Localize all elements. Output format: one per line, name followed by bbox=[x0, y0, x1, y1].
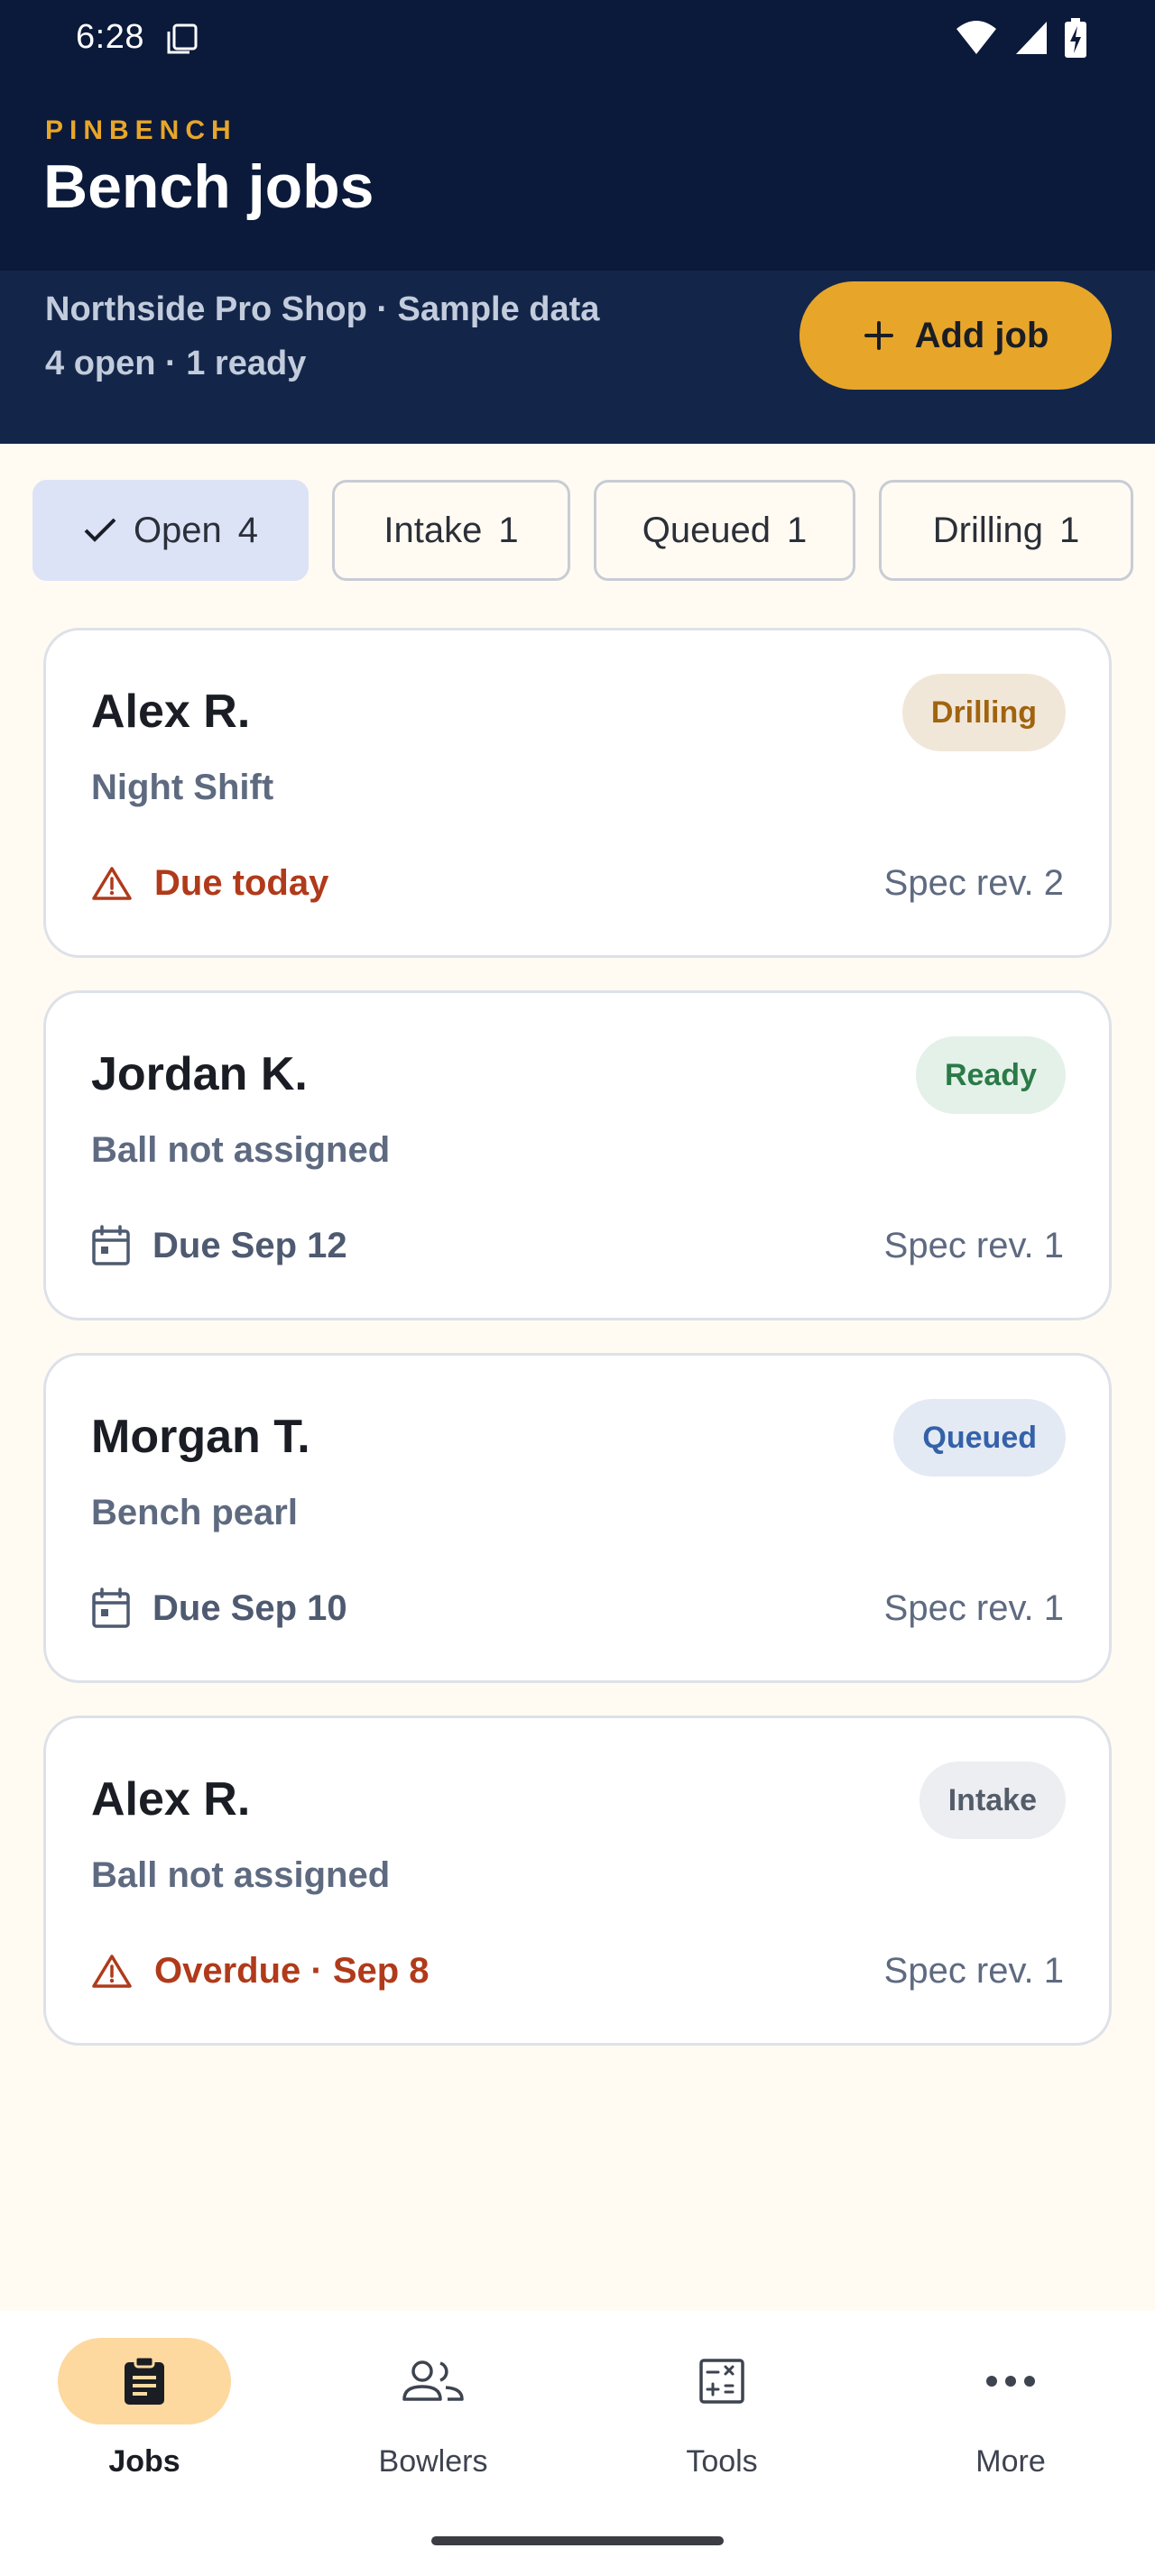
due-label: Overdue · Sep 8 bbox=[154, 1950, 430, 1991]
nav-item-more[interactable]: More bbox=[866, 2338, 1155, 2500]
warning-icon bbox=[92, 867, 132, 900]
bowler-name: Alex R. bbox=[91, 1773, 251, 1826]
calendar-icon bbox=[92, 1587, 130, 1628]
due-label: Due Sep 12 bbox=[152, 1225, 347, 1265]
job-card[interactable]: Alex R. Intake Ball not assigned Overdue… bbox=[43, 1716, 1112, 2046]
status-badge: Queued bbox=[893, 1399, 1066, 1477]
filter-chip-count: 1 bbox=[498, 510, 519, 550]
wifi-icon bbox=[956, 21, 996, 54]
nav-item-tools[interactable]: Tools bbox=[578, 2338, 866, 2500]
home-indicator[interactable] bbox=[431, 2536, 724, 2545]
ball-name: Night Shift bbox=[91, 768, 274, 807]
filter-chip-open[interactable]: Open 4 bbox=[32, 480, 309, 581]
calendar-icon bbox=[92, 1225, 130, 1265]
page-title: Bench jobs bbox=[43, 152, 374, 221]
filter-chip-queued[interactable]: Queued 1 bbox=[594, 480, 855, 581]
nav-item-jobs[interactable]: Jobs bbox=[0, 2338, 289, 2500]
status-time: 6:28 bbox=[76, 18, 144, 56]
status-filter-chips: Open 4 Intake 1 Queued 1 Drilling 1 bbox=[32, 480, 1133, 581]
due-date: Due today bbox=[91, 858, 328, 908]
plus-icon bbox=[864, 321, 893, 350]
filter-chip-label: Open bbox=[133, 510, 222, 550]
people-icon bbox=[402, 2360, 464, 2401]
due-date: Overdue · Sep 8 bbox=[91, 1946, 430, 1996]
ball-name: Bench pearl bbox=[91, 1493, 298, 1532]
nav-label: Jobs bbox=[108, 2444, 180, 2479]
status-badge: Drilling bbox=[901, 674, 1066, 751]
nav-icon-container bbox=[346, 2338, 520, 2424]
check-icon bbox=[84, 518, 116, 542]
filter-chip-count: 4 bbox=[237, 510, 259, 550]
app-name: PINBENCH bbox=[45, 115, 237, 145]
sim-card-icon bbox=[167, 23, 198, 54]
spec-revision: Spec rev. 1 bbox=[883, 1588, 1064, 1628]
filter-chip-count: 1 bbox=[1059, 510, 1080, 550]
due-label: Due Sep 10 bbox=[152, 1587, 347, 1628]
nav-label: More bbox=[975, 2444, 1046, 2479]
filter-chip-label: Drilling bbox=[932, 510, 1043, 550]
spec-revision: Spec rev. 1 bbox=[883, 1951, 1064, 1991]
status-badge: Ready bbox=[915, 1036, 1066, 1114]
ball-name: Ball not assigned bbox=[91, 1855, 391, 1895]
filter-chip-intake[interactable]: Intake 1 bbox=[332, 480, 570, 581]
spec-revision: Spec rev. 1 bbox=[883, 1226, 1064, 1265]
filter-chip-label: Intake bbox=[383, 510, 483, 550]
app-header: 6:28 PINBENCH Bench jobs bbox=[0, 0, 1155, 271]
status-bar: 6:28 bbox=[0, 0, 1155, 76]
open-ready-count: 4 open · 1 ready bbox=[45, 345, 307, 382]
shop-line: Northside Pro Shop · Sample data bbox=[45, 290, 600, 328]
add-job-label: Add job bbox=[914, 315, 1049, 355]
filter-chip-drilling[interactable]: Drilling 1 bbox=[879, 480, 1133, 581]
bowler-name: Morgan T. bbox=[91, 1411, 310, 1463]
calculator-icon bbox=[699, 2359, 744, 2404]
job-card[interactable]: Alex R. Drilling Night Shift Due today S… bbox=[43, 628, 1112, 958]
due-date: Due Sep 12 bbox=[91, 1220, 347, 1271]
nav-label: Tools bbox=[686, 2444, 758, 2479]
add-job-button[interactable]: Add job bbox=[799, 281, 1112, 390]
nav-active-indicator bbox=[58, 2338, 231, 2424]
filter-chip-count: 1 bbox=[787, 510, 808, 550]
spec-revision: Spec rev. 2 bbox=[883, 863, 1064, 903]
status-icons bbox=[955, 18, 1086, 58]
bowler-name: Alex R. bbox=[91, 685, 251, 738]
more-dots-icon bbox=[986, 2376, 1035, 2387]
nav-icon-container bbox=[924, 2338, 1097, 2424]
bowler-name: Jordan K. bbox=[91, 1048, 308, 1100]
warning-icon bbox=[92, 1955, 132, 1988]
nav-icon-container bbox=[635, 2338, 808, 2424]
job-card[interactable]: Jordan K. Ready Ball not assigned Due Se… bbox=[43, 990, 1112, 1320]
signal-icon bbox=[1016, 22, 1047, 54]
due-label: Due today bbox=[154, 862, 329, 903]
clipboard-icon bbox=[125, 2356, 164, 2405]
job-card[interactable]: Morgan T. Queued Bench pearl Due Sep 10 … bbox=[43, 1353, 1112, 1683]
ball-name: Ball not assigned bbox=[91, 1130, 391, 1170]
due-date: Due Sep 10 bbox=[91, 1583, 347, 1633]
nav-item-bowlers[interactable]: Bowlers bbox=[289, 2338, 578, 2500]
nav-label: Bowlers bbox=[378, 2444, 488, 2479]
status-badge: Intake bbox=[919, 1762, 1066, 1839]
filter-chip-label: Queued bbox=[642, 510, 772, 550]
battery-charging-icon bbox=[1065, 18, 1086, 58]
